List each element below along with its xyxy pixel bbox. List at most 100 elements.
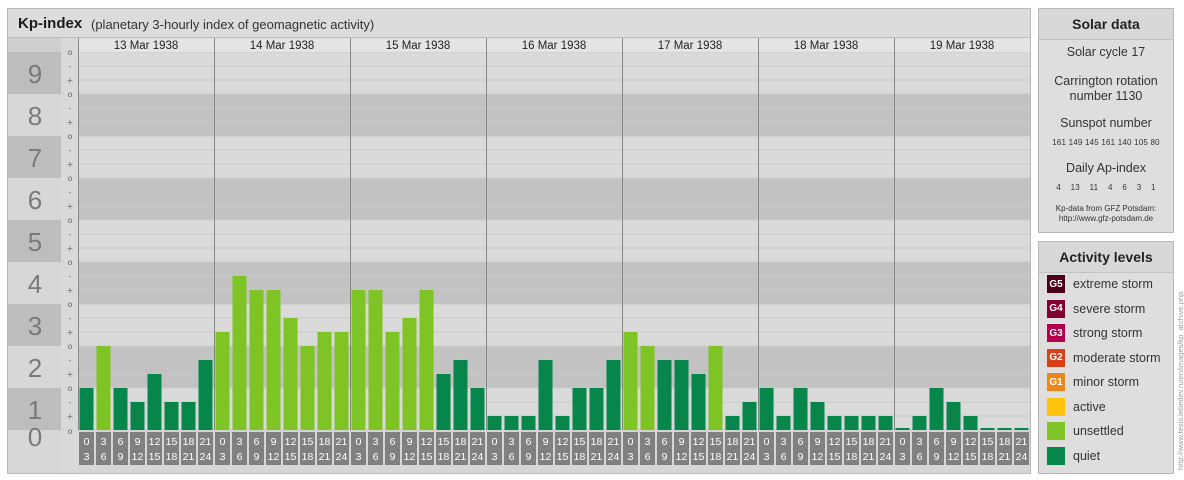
kp-bar xyxy=(538,359,553,430)
kp-bar xyxy=(283,317,298,430)
kp-bar xyxy=(113,388,128,430)
minor-tick-label: o xyxy=(68,258,73,267)
hour-start-label: 12 xyxy=(829,436,841,448)
kp-bar xyxy=(436,374,451,430)
hour-start-label: 21 xyxy=(472,436,484,448)
hour-start-label: 3 xyxy=(237,436,243,448)
hour-end-label: 15 xyxy=(285,451,297,463)
kp-bar xyxy=(249,290,264,430)
hour-start-label: 15 xyxy=(982,436,994,448)
kp-bar xyxy=(385,332,400,430)
kp-bar xyxy=(793,388,808,430)
minor-tick-label: - xyxy=(69,272,72,281)
minor-tick-label: + xyxy=(67,160,74,169)
kp-bar xyxy=(912,416,927,430)
hour-end-label: 18 xyxy=(846,451,858,463)
hour-end-label: 18 xyxy=(982,451,994,463)
kp-bar xyxy=(963,416,978,430)
hour-end-label: 21 xyxy=(183,451,195,463)
level-band xyxy=(61,94,1030,136)
hour-start-label: 18 xyxy=(863,436,875,448)
hour-start-label: 6 xyxy=(254,436,260,448)
hour-start-label: 0 xyxy=(84,436,90,448)
kp-bar xyxy=(844,416,859,430)
minor-tick-label: - xyxy=(69,146,72,155)
minor-tick-label: o xyxy=(68,216,73,225)
hour-end-label: 21 xyxy=(999,451,1011,463)
hour-end-label: 12 xyxy=(132,451,144,463)
kp-bar xyxy=(810,401,825,430)
kp-bar xyxy=(946,401,961,430)
hour-end-label: 15 xyxy=(149,451,161,463)
minor-tick-label: + xyxy=(67,412,74,421)
minor-tick-label: o xyxy=(68,132,73,141)
y-tick-label: 4 xyxy=(28,269,42,299)
hour-start-label: 15 xyxy=(438,436,450,448)
legend-label: moderate storm xyxy=(1073,350,1161,365)
y-tick-label: 3 xyxy=(28,311,42,341)
hour-end-label: 15 xyxy=(421,451,433,463)
sunspot-values: 161 149 145 161 140 105 80 xyxy=(1052,138,1160,147)
hour-end-label: 9 xyxy=(526,451,532,463)
hour-start-label: 15 xyxy=(166,436,178,448)
carrington-rotation-label: Carrington rotation xyxy=(1054,74,1158,88)
legend-swatch: G5 xyxy=(1047,275,1065,293)
minor-tick-label: - xyxy=(69,356,72,365)
legend-label: unsettled xyxy=(1073,424,1124,438)
hour-end-label: 6 xyxy=(373,451,379,463)
date-label: 13 Mar 1938 xyxy=(114,40,179,52)
minor-tick-label: + xyxy=(67,328,74,337)
hour-start-label: 15 xyxy=(710,436,722,448)
kp-bar xyxy=(640,346,655,430)
hour-start-label: 21 xyxy=(744,436,756,448)
kp-bar xyxy=(878,416,893,430)
source-line-1: Kp-data from GFZ Potsdam: xyxy=(1055,204,1157,213)
hour-start-label: 9 xyxy=(679,436,685,448)
hour-end-label: 12 xyxy=(812,451,824,463)
hour-start-label: 18 xyxy=(727,436,739,448)
kp-bar xyxy=(674,359,689,430)
legend-item: G1 minor storm xyxy=(1047,372,1139,392)
legend-label: extreme storm xyxy=(1073,277,1153,291)
kp-bar xyxy=(742,401,757,430)
hour-end-label: 6 xyxy=(781,451,787,463)
hour-start-label: 12 xyxy=(965,436,977,448)
kp-bar xyxy=(317,332,332,430)
date-label: 16 Mar 1938 xyxy=(522,40,587,52)
legend-item: G2 moderate storm xyxy=(1047,348,1161,368)
hour-start-label: 3 xyxy=(781,436,787,448)
minor-tick-label: - xyxy=(69,104,72,113)
carrington-rotation-number: number 1130 xyxy=(1069,89,1143,103)
kp-bar xyxy=(776,416,791,430)
date-label: 17 Mar 1938 xyxy=(658,40,723,52)
minor-tick-label: - xyxy=(69,314,72,323)
hour-end-label: 21 xyxy=(863,451,875,463)
legend-swatch xyxy=(1047,397,1065,416)
date-label: 18 Mar 1938 xyxy=(794,40,859,52)
hour-end-label: 18 xyxy=(710,451,722,463)
hour-start-label: 9 xyxy=(815,436,821,448)
hour-start-label: 6 xyxy=(798,436,804,448)
hour-start-label: 12 xyxy=(149,436,161,448)
source-line-2: http://www.gfz-potsdam.de xyxy=(1058,214,1154,223)
kp-bar xyxy=(589,388,604,430)
level-band xyxy=(61,136,1030,178)
hour-start-label: 0 xyxy=(356,436,362,448)
hour-end-label: 24 xyxy=(1016,451,1028,463)
ap-index-values: 4 13 11 4 6 3 1 xyxy=(1056,183,1156,192)
hour-start-label: 9 xyxy=(951,436,957,448)
kp-bar xyxy=(895,428,910,430)
hour-start-label: 21 xyxy=(336,436,348,448)
hour-end-label: 21 xyxy=(455,451,467,463)
hour-end-label: 9 xyxy=(662,451,668,463)
kp-bar xyxy=(1014,428,1029,430)
date-label: 14 Mar 1938 xyxy=(250,40,315,52)
hour-start-label: 6 xyxy=(662,436,668,448)
hour-start-label: 6 xyxy=(934,436,940,448)
hour-end-label: 6 xyxy=(917,451,923,463)
solar-data-panel: Solar data Solar cycle 17 Carrington rot… xyxy=(1038,8,1174,233)
minor-tick-label: + xyxy=(67,370,74,379)
kp-bar xyxy=(300,346,315,430)
hour-end-label: 3 xyxy=(84,451,90,463)
hour-end-label: 15 xyxy=(693,451,705,463)
